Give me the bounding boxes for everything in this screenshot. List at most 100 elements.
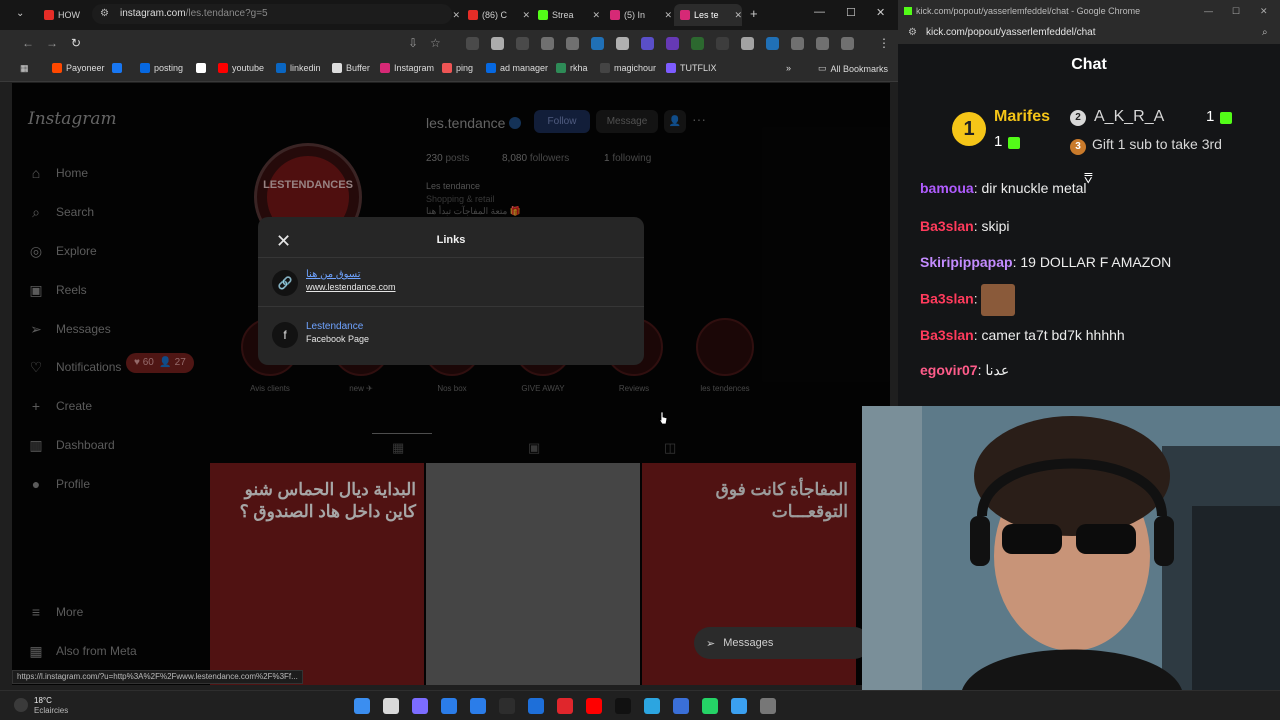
new-tab-button[interactable]: + xyxy=(750,6,758,21)
chat-minimize-button[interactable]: — xyxy=(1204,0,1213,22)
extension-icon[interactable] xyxy=(716,37,729,50)
minimize-button[interactable]: — xyxy=(814,6,825,18)
weather-temperature[interactable]: 18°C xyxy=(34,696,52,705)
chat-username[interactable]: Ba3slan xyxy=(920,291,974,307)
tab-close-icon[interactable]: ✕ xyxy=(592,10,600,21)
bookmark-label: Instagram xyxy=(394,63,435,73)
bookmark-item[interactable]: posting xyxy=(140,63,183,73)
forward-icon[interactable]: → xyxy=(46,36,58,50)
link-row[interactable]: f Lestendance Facebook Page xyxy=(258,311,644,359)
modal-backdrop[interactable] xyxy=(12,83,890,685)
tab-close-icon[interactable]: ✕ xyxy=(734,10,742,21)
url-host: instagram.com xyxy=(120,8,186,19)
bookmark-item[interactable] xyxy=(112,63,126,73)
close-window-button[interactable]: ✕ xyxy=(876,6,885,19)
chat-message: Ba3slan: camer ta7t bd7k hhhhh xyxy=(920,327,1125,343)
bookmark-item[interactable]: ad manager xyxy=(486,63,548,73)
reload-icon[interactable]: ↻ xyxy=(71,36,81,50)
gifter-name[interactable]: A_K_R_A xyxy=(1094,108,1164,126)
extension-icon[interactable] xyxy=(641,37,654,50)
extension-icon[interactable] xyxy=(666,37,679,50)
edge-icon[interactable] xyxy=(441,698,457,714)
chat-username[interactable]: bamoua xyxy=(920,180,974,196)
bookmark-favicon-icon xyxy=(218,63,228,73)
photos-icon[interactable] xyxy=(731,698,747,714)
tab-close-icon[interactable]: ✕ xyxy=(522,10,530,21)
qbittorrent-icon[interactable] xyxy=(673,698,689,714)
opera-icon[interactable] xyxy=(557,698,573,714)
chat-message: Ba3slan: skipi xyxy=(920,218,1010,234)
extension-icon[interactable] xyxy=(841,37,854,50)
link-row[interactable]: 🔗 تسوق من هنا www.lestendance.com xyxy=(258,259,644,307)
browser-tab[interactable]: Strea ✕ xyxy=(532,4,600,26)
extension-icon[interactable] xyxy=(591,37,604,50)
outlook-icon[interactable] xyxy=(528,698,544,714)
chat-username[interactable]: egovir07 xyxy=(920,362,978,378)
all-bookmarks-button[interactable]: ▭ All Bookmarks xyxy=(818,63,888,74)
bookmark-item[interactable]: TUTFLIX xyxy=(666,63,717,73)
extension-icon[interactable] xyxy=(741,37,754,50)
extension-icon[interactable] xyxy=(766,37,779,50)
bookmark-item[interactable]: magichour xyxy=(600,63,656,73)
browser-tab[interactable]: (5) In ✕ xyxy=(604,4,672,26)
chrome-menu-icon[interactable]: ⋮ xyxy=(878,36,890,50)
maximize-button[interactable]: ☐ xyxy=(846,6,856,19)
whatsapp-icon[interactable] xyxy=(702,698,718,714)
chat-username[interactable]: Ba3slan xyxy=(920,327,974,343)
tiktok-icon[interactable] xyxy=(615,698,631,714)
youtube-icon[interactable] xyxy=(586,698,602,714)
files-icon[interactable] xyxy=(383,698,399,714)
messages-dock[interactable]: ➢ Messages xyxy=(694,627,870,659)
gift-sub-cta[interactable]: Gift 1 sub to take 3rd xyxy=(1092,136,1222,152)
extension-icon[interactable] xyxy=(691,37,704,50)
instagram-page: Instagram ⌂ Home ⌕ Search ◎ Explore ▣ Reels ➢ Mes… xyxy=(12,83,890,685)
extension-icon[interactable] xyxy=(566,37,579,50)
link-title[interactable]: تسوق من هنا xyxy=(306,269,361,280)
bookmark-item[interactable] xyxy=(196,63,210,73)
browser-tab[interactable]: Les te ✕ xyxy=(674,4,742,26)
extension-icon[interactable] xyxy=(616,37,629,50)
bookmark-label: magichour xyxy=(614,63,657,73)
extension-icon[interactable] xyxy=(791,37,804,50)
bookmark-item[interactable]: Buffer xyxy=(332,63,370,73)
bookmarks-overflow-button[interactable]: » xyxy=(786,63,791,73)
extension-icon[interactable] xyxy=(516,37,529,50)
apps-grid-icon[interactable]: ▦ xyxy=(20,63,29,74)
bookmark-item[interactable]: linkedin xyxy=(276,63,321,73)
terminal-icon[interactable] xyxy=(499,698,515,714)
extension-icon[interactable] xyxy=(491,37,504,50)
bookmark-favicon-icon xyxy=(666,63,676,73)
browser-tab[interactable]: (86) C ✕ xyxy=(462,4,530,26)
copilot-icon[interactable] xyxy=(412,698,428,714)
install-app-icon[interactable]: ⇩ xyxy=(408,36,418,50)
telegram-icon[interactable] xyxy=(644,698,660,714)
extension-icon[interactable] xyxy=(466,37,479,50)
app-icon[interactable] xyxy=(760,698,776,714)
link-title[interactable]: Lestendance xyxy=(306,321,363,332)
chat-search-icon[interactable]: ⌕ xyxy=(1262,22,1268,44)
site-info-icon[interactable]: ⚙ xyxy=(100,4,109,24)
bookmark-item[interactable]: ping xyxy=(442,63,473,73)
chat-url-bar[interactable]: ⚙ kick.com/popout/yasserlemfeddel/chat ⌕ xyxy=(898,22,1280,44)
bookmark-star-icon[interactable]: ☆ xyxy=(430,36,441,50)
windows-icon[interactable] xyxy=(354,698,370,714)
chat-username[interactable]: Ba3slan xyxy=(920,218,974,234)
bookmark-item[interactable]: Payoneer xyxy=(52,63,105,73)
bookmark-item[interactable]: youtube xyxy=(218,63,264,73)
chat-username[interactable]: Skiripippapap xyxy=(920,254,1013,270)
tab-search-icon[interactable]: ⌄ xyxy=(16,8,24,19)
vscode-icon[interactable] xyxy=(470,698,486,714)
site-settings-icon[interactable]: ⚙ xyxy=(908,22,917,44)
tab-close-icon[interactable]: ✕ xyxy=(664,10,672,21)
bookmark-item[interactable]: Instagram xyxy=(380,63,434,73)
bookmark-label: TUTFLIX xyxy=(680,63,717,73)
back-icon[interactable]: ← xyxy=(22,36,34,50)
extension-icon[interactable] xyxy=(816,37,829,50)
bookmark-item[interactable]: rkha xyxy=(556,63,588,73)
address-bar[interactable]: ⚙ instagram.com/les.tendance?g=5 xyxy=(92,4,452,24)
tab-close-icon[interactable]: ✕ xyxy=(452,10,460,21)
chat-maximize-button[interactable]: ☐ xyxy=(1232,0,1240,22)
extension-icon[interactable] xyxy=(541,37,554,50)
gifter-name[interactable]: Marifes xyxy=(994,108,1050,126)
chat-close-button[interactable]: ✕ xyxy=(1260,0,1268,22)
